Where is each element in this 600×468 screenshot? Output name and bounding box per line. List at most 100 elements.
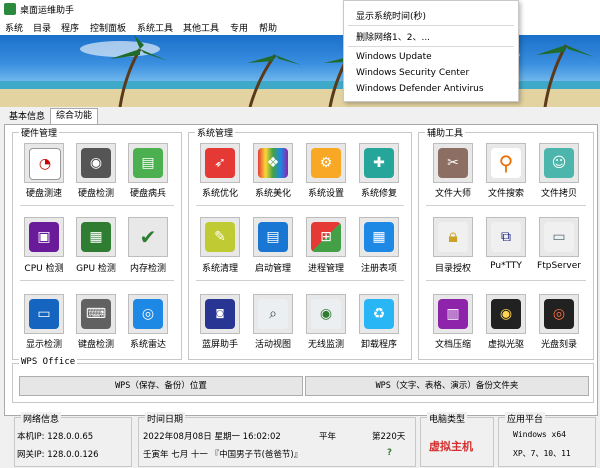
gpu-check-button[interactable]: ▦ xyxy=(76,217,116,257)
item-label: 无线监测 xyxy=(307,340,344,350)
menu-item-show-seconds[interactable]: 显示系统时间(秒) xyxy=(356,9,426,22)
wireless-signal-icon: ◉ xyxy=(311,299,341,329)
menu-separator xyxy=(348,46,514,47)
system-beautify-button[interactable]: ❖ xyxy=(253,143,293,183)
menu-programs[interactable]: 程序 xyxy=(61,21,79,34)
menu-special[interactable]: 专用 xyxy=(230,21,248,34)
magnifier-document-icon: ⌕ xyxy=(258,299,288,329)
registry-button[interactable]: ▦ xyxy=(359,217,399,257)
disk-bad-sector-button[interactable]: ▤ xyxy=(128,143,168,183)
item-label: 蓝屏助手 xyxy=(201,340,238,350)
gateway-ip: 网关IP: 128.0.0.126 xyxy=(17,450,99,460)
item-label: 注册表项 xyxy=(360,264,397,274)
cpu-check-button[interactable]: ▣ xyxy=(24,217,64,257)
group-title: 电脑类型 xyxy=(427,412,468,425)
menu-help[interactable]: 帮助 xyxy=(259,21,277,34)
menu-item-delete-networks[interactable]: 删除网络1、2、... xyxy=(356,30,430,43)
menu-directory[interactable]: 目录 xyxy=(33,21,51,34)
memory-check-button[interactable]: ✔ xyxy=(128,217,168,257)
file-copy-button[interactable]: ☺ xyxy=(539,143,579,183)
character-icon: ☺ xyxy=(544,148,574,178)
item-label: GPU 检测 xyxy=(76,264,116,274)
putty-terminals-icon: ⧉ xyxy=(491,222,521,252)
group-title: 辅助工具 xyxy=(425,126,466,139)
menu-other-tools[interactable]: 其他工具 xyxy=(183,21,219,34)
item-label: 文件大师 xyxy=(434,189,471,199)
item-label: 系统雷达 xyxy=(129,340,166,350)
item-label: 文件拷贝 xyxy=(540,189,577,199)
broom-icon: ✎ xyxy=(205,222,235,252)
day-of-year: 第220天 xyxy=(372,432,406,442)
system-clean-button[interactable]: ✎ xyxy=(200,217,240,257)
menu-control-panel[interactable]: 控制面板 xyxy=(90,21,126,34)
help-icon[interactable]: ? xyxy=(387,448,392,458)
disc-burn-button[interactable]: ◎ xyxy=(539,294,579,334)
registry-grid-icon: ▦ xyxy=(364,222,394,252)
item-label: 显示检测 xyxy=(25,340,62,350)
wps-save-location-button[interactable]: WPS（保存、备份）位置 xyxy=(19,376,303,396)
system-settings-button[interactable]: ⚙ xyxy=(306,143,346,183)
keyboard-check-button[interactable]: ⌨ xyxy=(76,294,116,334)
dir-authorize-button[interactable]: 🔒︎ xyxy=(433,217,473,257)
ftp-server-button[interactable]: ▭ xyxy=(539,217,579,257)
windows-logo-icon: ⊞ xyxy=(311,222,341,252)
cpu-chip-icon: ▣ xyxy=(29,222,59,252)
menu-item-windows-update[interactable]: Windows Update xyxy=(356,52,432,62)
gear-icon: ⚙ xyxy=(311,148,341,178)
burning-disc-icon: ◎ xyxy=(544,299,574,329)
disk-repair-icon: ▤ xyxy=(133,148,163,178)
system-radar-button[interactable]: ◎ xyxy=(128,294,168,334)
item-label: 系统美化 xyxy=(254,189,291,199)
wps-backup-folder-button[interactable]: WPS（文字、表格、演示）备份文件夹 xyxy=(305,376,589,396)
file-master-button[interactable]: ✂ xyxy=(433,143,473,183)
item-label: FtpServer xyxy=(537,261,581,271)
item-label: 系统修复 xyxy=(360,189,397,199)
year-type: 平年 xyxy=(319,432,337,442)
checkmark-icon: ✔ xyxy=(133,222,163,252)
laptop-icon: ▭ xyxy=(29,299,59,329)
disk-speed-button[interactable]: ◔ xyxy=(24,143,64,183)
file-search-button[interactable]: ⚲ xyxy=(486,143,526,183)
startup-manager-button[interactable]: ▤ xyxy=(253,217,293,257)
local-ip: 本机IP: 128.0.0.65 xyxy=(17,432,94,442)
padlock-icon: 🔒︎ xyxy=(438,222,468,252)
tab-basic-info[interactable]: 基本信息 xyxy=(6,110,48,125)
wireless-monitor-button[interactable]: ◉ xyxy=(306,294,346,334)
first-aid-kit-icon: ✚ xyxy=(364,148,394,178)
process-manager-button[interactable]: ⊞ xyxy=(306,217,346,257)
satellite-dish-icon: ◎ xyxy=(133,299,163,329)
virtual-drive-button[interactable]: ◉ xyxy=(486,294,526,334)
group-title: 应用平台 xyxy=(505,412,546,425)
menu-system-tools[interactable]: 系统工具 xyxy=(137,21,173,34)
display-check-button[interactable]: ▭ xyxy=(24,294,64,334)
group-title: 网络信息 xyxy=(21,412,62,425)
menu-system[interactable]: 系统 xyxy=(5,21,23,34)
item-label: 硬盘检测 xyxy=(77,189,114,199)
menu-separator xyxy=(348,25,514,26)
item-label: Pu*TTY xyxy=(490,261,522,271)
row-divider xyxy=(196,280,404,281)
row-divider xyxy=(20,205,174,206)
item-label: 卸载程序 xyxy=(360,340,397,350)
current-datetime: 2022年08月08日 星期一 16:02:02 xyxy=(143,432,281,442)
menu-item-security-center[interactable]: Windows Security Center xyxy=(356,68,469,78)
group-title: 硬件管理 xyxy=(19,126,60,139)
system-optimize-button[interactable]: ➶ xyxy=(200,143,240,183)
group-title: WPS Office xyxy=(19,357,78,367)
activity-view-button[interactable]: ⌕ xyxy=(253,294,293,334)
item-label: 进程管理 xyxy=(307,264,344,274)
putty-button[interactable]: ⧉ xyxy=(486,217,526,257)
item-label: 键盘检测 xyxy=(77,340,114,350)
row-divider xyxy=(426,280,586,281)
rocket-icon: ➶ xyxy=(205,148,235,178)
doc-compress-button[interactable]: ▥ xyxy=(433,294,473,334)
disk-check-button[interactable]: ◉ xyxy=(76,143,116,183)
uninstall-button[interactable]: ♻ xyxy=(359,294,399,334)
menu-item-defender[interactable]: Windows Defender Antivirus xyxy=(356,84,484,94)
tools-dropdown-menu: 显示系统时间(秒) 删除网络1、2、... Windows Update Win… xyxy=(343,0,519,102)
hard-disk-icon: ◉ xyxy=(81,148,111,178)
system-repair-button[interactable]: ✚ xyxy=(359,143,399,183)
bluescreen-helper-button[interactable]: ◙ xyxy=(200,294,240,334)
datetime-group: 时间日期 2022年08月08日 星期一 16:02:02 平年 第220天 壬… xyxy=(138,412,416,467)
app-icon xyxy=(4,3,16,15)
